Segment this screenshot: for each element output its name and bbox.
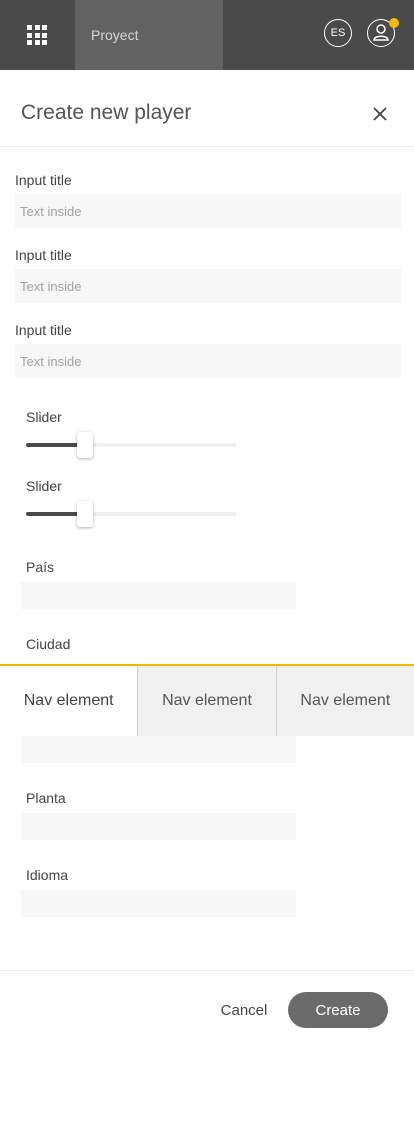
slider-1[interactable] <box>26 432 236 458</box>
country-select[interactable] <box>21 582 296 609</box>
slider-thumb[interactable] <box>77 501 93 527</box>
slider-label-1: Slider <box>26 409 62 425</box>
input-label-1: Input title <box>15 172 72 188</box>
create-button[interactable]: Create <box>288 992 388 1028</box>
floor-select[interactable] <box>21 813 296 840</box>
close-icon <box>373 107 387 121</box>
close-button[interactable] <box>369 103 391 125</box>
nav-tab-3[interactable]: Nav element <box>276 666 414 736</box>
slider-thumb[interactable] <box>77 432 93 458</box>
footer-divider <box>0 970 414 971</box>
slider-2[interactable] <box>26 501 236 527</box>
cancel-button[interactable]: Cancel <box>214 994 274 1026</box>
project-tab-label: Proyect <box>91 27 139 43</box>
modal-title: Create new player <box>21 101 192 124</box>
user-icon <box>373 24 389 41</box>
city-label: Ciudad <box>26 636 71 652</box>
apps-grid-icon <box>27 25 47 45</box>
text-input-3[interactable]: Text inside <box>15 344 401 378</box>
language-button[interactable]: ES <box>324 19 352 47</box>
input-label-3: Input title <box>15 322 72 338</box>
input-placeholder-2: Text inside <box>20 279 82 294</box>
nav-tab-1[interactable]: Nav element <box>0 666 139 736</box>
text-input-1[interactable]: Text inside <box>15 194 401 228</box>
country-label: País <box>26 559 55 575</box>
notification-dot <box>389 18 399 28</box>
project-tab[interactable]: Proyect <box>75 0 223 70</box>
language-select[interactable] <box>21 890 296 917</box>
slider-label-2: Slider <box>26 478 62 494</box>
top-app-bar: Proyect ES <box>0 0 414 70</box>
input-label-2: Input title <box>15 247 72 263</box>
header-divider <box>0 146 414 147</box>
input-placeholder-1: Text inside <box>20 204 82 219</box>
language-label: Idioma <box>26 867 69 883</box>
floor-label: Planta <box>26 790 66 806</box>
nav-tab-2[interactable]: Nav element <box>138 666 277 736</box>
input-placeholder-3: Text inside <box>20 354 82 369</box>
apps-menu-button[interactable] <box>0 0 74 70</box>
nav-tab-bar: Nav element Nav element Nav element <box>0 664 414 736</box>
city-select[interactable] <box>21 736 296 763</box>
text-input-2[interactable]: Text inside <box>15 269 401 303</box>
